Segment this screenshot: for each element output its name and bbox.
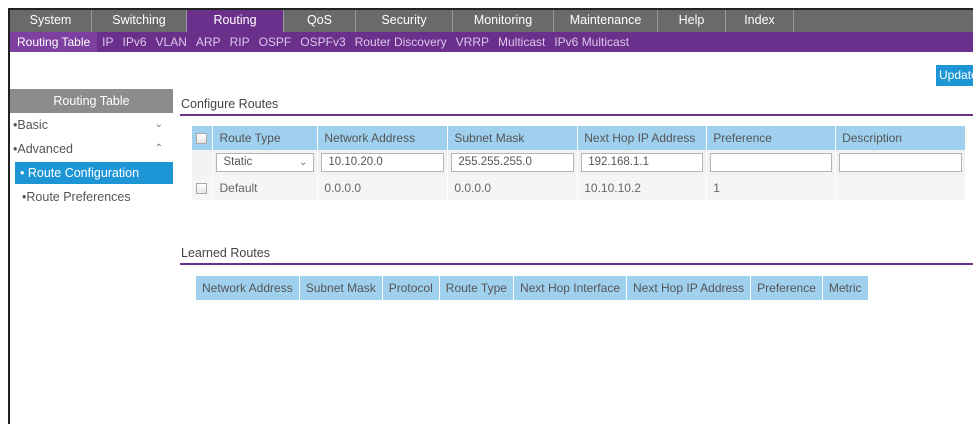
subnet-mask-input[interactable]: 255.255.255.0 — [451, 153, 575, 172]
next-hop-input[interactable]: 192.168.1.1 — [581, 153, 704, 172]
route-type-cell: Static ⌄ — [212, 150, 319, 175]
route-type-value: Static — [223, 156, 253, 168]
subnav-ospfv3[interactable]: OSPFv3 — [295, 32, 349, 52]
column-header: Route Type — [212, 126, 319, 150]
sidebar-title: Routing Table — [10, 89, 173, 114]
subnav-vrrp[interactable]: VRRP — [451, 32, 493, 52]
column-header: Next Hop Interface — [513, 276, 628, 300]
subnav-ipv6-multicast[interactable]: IPv6 Multicast — [549, 32, 633, 52]
select-all-checkbox[interactable] — [196, 133, 207, 145]
update-button[interactable]: Update — [936, 65, 973, 86]
configure-routes-table: Route Type Network Address Subnet Mask N… — [192, 126, 966, 200]
configure-routes-title: Configure Routes — [180, 94, 973, 116]
preference-cell — [706, 150, 837, 175]
column-header: Preference — [750, 276, 823, 300]
route-type-value: Default — [212, 175, 319, 200]
tab-qos[interactable]: QoS — [284, 10, 356, 32]
subnav-rip[interactable]: RIP — [225, 32, 254, 52]
preference-value: 1 — [706, 175, 837, 200]
subnet-mask-cell: 255.255.255.0 — [447, 150, 579, 175]
tab-help[interactable]: Help — [658, 10, 726, 32]
sidebar: Routing Table •Basic ⌄ •Advanced ⌃ • Rou… — [10, 89, 173, 210]
column-header: Subnet Mask — [447, 126, 579, 150]
next-hop-cell: 192.168.1.1 — [577, 150, 708, 175]
tab-routing[interactable]: Routing — [187, 10, 284, 32]
column-header: Network Address — [196, 276, 300, 300]
select-all-header — [192, 126, 214, 150]
description-input[interactable] — [839, 153, 962, 172]
column-header: Subnet Mask — [299, 276, 383, 300]
subnav-vlan[interactable]: VLAN — [151, 32, 191, 52]
learned-routes-title: Learned Routes — [180, 243, 973, 265]
column-header: Preference — [706, 126, 837, 150]
section-title: Configure Routes — [181, 97, 279, 111]
table-row: Default 0.0.0.0 0.0.0.0 10.10.10.2 1 — [192, 175, 966, 200]
preference-input[interactable] — [710, 153, 833, 172]
subnav-ip[interactable]: IP — [97, 32, 117, 52]
network-address-input[interactable]: 10.10.20.0 — [321, 153, 445, 172]
tab-security[interactable]: Security — [356, 10, 453, 32]
column-header: Metric — [822, 276, 869, 300]
tab-system[interactable]: System — [10, 10, 92, 32]
table-header-row: Network Address Subnet Mask Protocol Rou… — [196, 276, 869, 300]
sidebar-item-basic[interactable]: •Basic ⌄ — [10, 114, 173, 138]
sidebar-item-label: Route Configuration — [27, 166, 140, 180]
row-select-cell — [192, 175, 214, 200]
subnav-ospf[interactable]: OSPF — [254, 32, 296, 52]
column-header: Protocol — [382, 276, 440, 300]
table-row-edit: Static ⌄ 10.10.20.0 255.255.255.0 192.16… — [192, 150, 966, 175]
subnav-routing-table[interactable]: Routing Table — [10, 32, 98, 52]
route-type-select[interactable]: Static ⌄ — [216, 153, 315, 172]
table-header-row: Route Type Network Address Subnet Mask N… — [192, 126, 966, 150]
tab-monitoring[interactable]: Monitoring — [453, 10, 554, 32]
sidebar-item-route-preferences[interactable]: •Route Preferences — [10, 186, 173, 210]
top-nav-filler — [794, 10, 973, 32]
next-hop-value: 10.10.10.2 — [577, 175, 708, 200]
row-checkbox[interactable] — [196, 182, 207, 194]
learned-routes-table: Network Address Subnet Mask Protocol Rou… — [196, 276, 869, 300]
chevron-up-icon: ⌃ — [154, 143, 163, 154]
column-header: Next Hop IP Address — [626, 276, 752, 300]
chevron-down-icon: ⌄ — [299, 157, 308, 168]
subnav-multicast[interactable]: Multicast — [493, 32, 549, 52]
description-cell — [835, 150, 966, 175]
network-address-value: 0.0.0.0 — [317, 175, 449, 200]
subnet-mask-value: 0.0.0.0 — [447, 175, 579, 200]
sidebar-item-label: Advanced — [17, 142, 73, 156]
sub-nav: Routing Table IP IPv6 VLAN ARP RIP OSPF … — [10, 32, 973, 52]
app-frame: System Switching Routing QoS Security Mo… — [8, 8, 973, 424]
tab-index[interactable]: Index — [726, 10, 794, 32]
subnav-router-discovery[interactable]: Router Discovery — [350, 32, 451, 52]
sidebar-item-label: Basic — [17, 118, 48, 132]
sidebar-item-route-configuration[interactable]: • Route Configuration — [15, 162, 173, 184]
column-header: Network Address — [317, 126, 449, 150]
tab-maintenance[interactable]: Maintenance — [554, 10, 658, 32]
column-header: Description — [835, 126, 966, 150]
sidebar-item-label: Route Preferences — [26, 190, 131, 204]
tab-switching[interactable]: Switching — [92, 10, 187, 32]
top-nav: System Switching Routing QoS Security Mo… — [10, 10, 973, 32]
chevron-down-icon: ⌄ — [154, 119, 163, 130]
column-header: Route Type — [439, 276, 514, 300]
empty-cell — [192, 150, 214, 175]
subnav-ipv6[interactable]: IPv6 — [118, 32, 151, 52]
bullet-icon: • — [20, 166, 28, 180]
column-header: Next Hop IP Address — [577, 126, 708, 150]
subnav-arp[interactable]: ARP — [191, 32, 225, 52]
sidebar-item-advanced[interactable]: •Advanced ⌃ — [10, 138, 173, 162]
section-title: Learned Routes — [181, 246, 270, 260]
network-address-cell: 10.10.20.0 — [317, 150, 449, 175]
description-value — [835, 175, 966, 200]
